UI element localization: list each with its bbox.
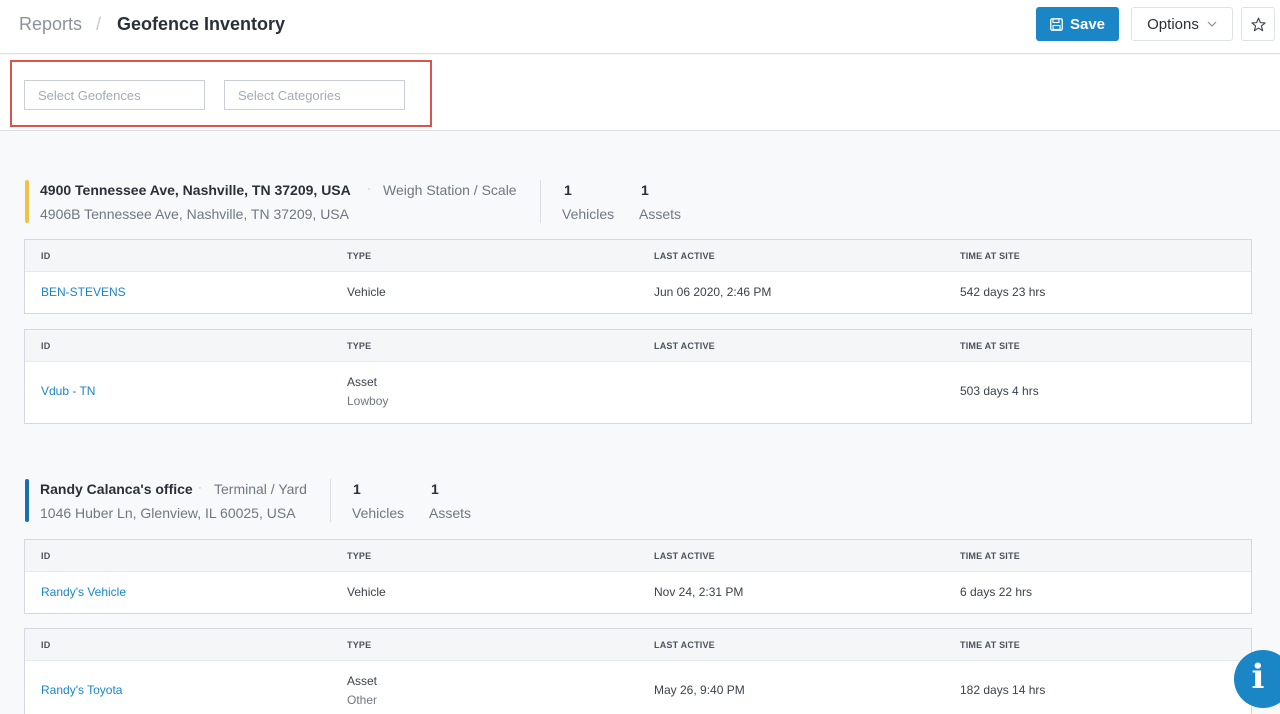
select-geofences-dropdown[interactable]: Select Geofences bbox=[24, 80, 205, 110]
vehicle-id-link[interactable]: Randy's Vehicle bbox=[41, 585, 126, 599]
options-dropdown-button[interactable]: Options bbox=[1131, 7, 1233, 41]
geofence-color-bar bbox=[25, 479, 29, 522]
vehicles-table: ID TYPE LAST ACTIVE TIME AT SITE BEN-STE… bbox=[24, 239, 1252, 314]
last-active-cell: May 26, 9:40 PM bbox=[654, 683, 745, 697]
type-cell: Asset bbox=[347, 674, 378, 688]
assets-label: Assets bbox=[639, 206, 682, 222]
assets-table: ID TYPE LAST ACTIVE TIME AT SITE Randy's… bbox=[24, 628, 1252, 714]
geofence-name: Randy Calanca's office bbox=[40, 481, 193, 497]
time-at-site-cell: 182 days 14 hrs bbox=[960, 683, 1046, 697]
select-categories-dropdown[interactable]: Select Categories bbox=[224, 80, 405, 110]
column-header-id[interactable]: ID bbox=[41, 341, 50, 351]
separator-dot: · bbox=[198, 480, 202, 494]
assets-table: ID TYPE LAST ACTIVE TIME AT SITE Vdub - … bbox=[24, 329, 1252, 424]
type-cell: Asset bbox=[347, 375, 378, 389]
table-header: ID TYPE LAST ACTIVE TIME AT SITE bbox=[25, 540, 1251, 572]
table-row: Vdub - TN Asset Lowboy 503 days 4 hrs bbox=[25, 362, 1251, 423]
assets-count: 1 bbox=[641, 182, 649, 198]
column-header-id[interactable]: ID bbox=[41, 640, 50, 650]
geofence-category: Terminal / Yard bbox=[214, 481, 307, 497]
table-header: ID TYPE LAST ACTIVE TIME AT SITE bbox=[25, 330, 1251, 362]
table-row: Randy's Toyota Asset Other May 26, 9:40 … bbox=[25, 661, 1251, 714]
geofence-header: Randy Calanca's office · Terminal / Yard… bbox=[25, 479, 505, 522]
column-header-type[interactable]: TYPE bbox=[347, 251, 371, 261]
asset-id-link[interactable]: Randy's Toyota bbox=[41, 683, 122, 697]
geofence-address: 4906B Tennessee Ave, Nashville, TN 37209… bbox=[40, 206, 349, 222]
column-header-time-at-site[interactable]: TIME AT SITE bbox=[960, 551, 1020, 561]
column-header-type[interactable]: TYPE bbox=[347, 640, 371, 650]
header-divider bbox=[540, 180, 541, 223]
column-header-type[interactable]: TYPE bbox=[347, 341, 371, 351]
column-header-time-at-site[interactable]: TIME AT SITE bbox=[960, 341, 1020, 351]
asset-subtype: Lowboy bbox=[347, 394, 389, 408]
favorite-button[interactable] bbox=[1241, 7, 1275, 41]
time-at-site-cell: 542 days 23 hrs bbox=[960, 285, 1046, 299]
type-cell: Vehicle bbox=[347, 285, 386, 299]
column-header-id[interactable]: ID bbox=[41, 251, 50, 261]
breadcrumb-reports-link[interactable]: Reports bbox=[19, 14, 82, 35]
table-header: ID TYPE LAST ACTIVE TIME AT SITE bbox=[25, 240, 1251, 272]
header-divider bbox=[330, 479, 331, 522]
table-row: BEN-STEVENS Vehicle Jun 06 2020, 2:46 PM… bbox=[25, 272, 1251, 313]
info-icon: i bbox=[1251, 657, 1265, 697]
table-row: Randy's Vehicle Vehicle Nov 24, 2:31 PM … bbox=[25, 572, 1251, 613]
column-header-time-at-site[interactable]: TIME AT SITE bbox=[960, 640, 1020, 650]
last-active-cell: Jun 06 2020, 2:46 PM bbox=[654, 285, 772, 299]
chevron-down-icon bbox=[1207, 21, 1217, 27]
geofence-color-bar bbox=[25, 180, 29, 223]
separator-dot: · bbox=[367, 181, 371, 195]
assets-label: Assets bbox=[429, 505, 472, 521]
save-button-label: Save bbox=[1069, 15, 1106, 33]
star-icon bbox=[1250, 17, 1266, 31]
column-header-last-active[interactable]: LAST ACTIVE bbox=[654, 251, 715, 261]
type-cell: Vehicle bbox=[347, 585, 386, 599]
vehicles-label: Vehicles bbox=[562, 206, 615, 222]
asset-subtype: Other bbox=[347, 693, 378, 707]
column-header-type[interactable]: TYPE bbox=[347, 551, 371, 561]
column-header-id[interactable]: ID bbox=[41, 551, 50, 561]
column-header-time-at-site[interactable]: TIME AT SITE bbox=[960, 251, 1020, 261]
last-active-cell: Nov 24, 2:31 PM bbox=[654, 585, 744, 599]
vehicles-count: 1 bbox=[564, 182, 572, 198]
page-title: Geofence Inventory bbox=[117, 14, 286, 34]
table-header: ID TYPE LAST ACTIVE TIME AT SITE bbox=[25, 629, 1251, 661]
vehicles-count: 1 bbox=[353, 481, 361, 497]
asset-id-link[interactable]: Vdub - TN bbox=[41, 384, 95, 398]
geofence-category: Weigh Station / Scale bbox=[383, 182, 517, 198]
time-at-site-cell: 6 days 22 hrs bbox=[960, 585, 1033, 599]
breadcrumb-separator: / bbox=[96, 14, 102, 34]
vehicles-table: ID TYPE LAST ACTIVE TIME AT SITE Randy's… bbox=[24, 539, 1252, 614]
top-bar: Reports / Geofence Inventory Save Option… bbox=[0, 0, 1280, 54]
assets-count: 1 bbox=[431, 481, 439, 497]
time-at-site-cell: 503 days 4 hrs bbox=[960, 384, 1039, 398]
floppy-disk-icon bbox=[1050, 17, 1063, 31]
column-header-last-active[interactable]: LAST ACTIVE bbox=[654, 640, 715, 650]
geofence-name: 4900 Tennessee Ave, Nashville, TN 37209,… bbox=[40, 182, 351, 198]
column-header-last-active[interactable]: LAST ACTIVE bbox=[654, 551, 715, 561]
vehicles-label: Vehicles bbox=[352, 505, 405, 521]
geofence-header: 4900 Tennessee Ave, Nashville, TN 37209,… bbox=[25, 180, 705, 223]
geofence-address: 1046 Huber Ln, Glenview, IL 60025, USA bbox=[40, 505, 296, 521]
filter-bar: Select Geofences Select Categories bbox=[0, 55, 1280, 131]
column-header-last-active[interactable]: LAST ACTIVE bbox=[654, 341, 715, 351]
options-button-label: Options bbox=[1147, 15, 1199, 33]
save-button[interactable]: Save bbox=[1036, 7, 1119, 41]
vehicle-id-link[interactable]: BEN-STEVENS bbox=[41, 285, 126, 299]
